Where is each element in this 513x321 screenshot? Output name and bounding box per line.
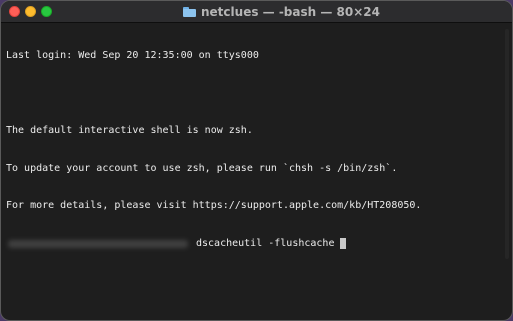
redacted-prompt [8,239,188,248]
text-cursor [340,238,347,250]
more-details-line: For more details, please visit https://s… [6,200,422,211]
window-title-group: netclues — -bash — 80×24 [1,1,512,22]
command-text: dscacheutil -flushcache [196,237,335,249]
window-title: netclues — -bash — 80×24 [201,4,380,19]
last-login-line: Last login: Wed Sep 20 12:35:00 on ttys0… [6,50,259,61]
shell-notice-line: The default interactive shell is now zsh… [6,125,253,136]
folder-icon [183,6,196,17]
title-bar[interactable]: netclues — -bash — 80×24 [1,1,512,23]
terminal-output[interactable]: Last login: Wed Sep 20 12:35:00 on ttys0… [6,25,500,308]
update-instruction-line: To update your account to use zsh, pleas… [6,162,398,174]
scrollbar[interactable] [505,29,509,259]
terminal-window: netclues — -bash — 80×24 Last login: Wed… [0,0,513,321]
command-prompt-line[interactable]: dscacheutil -flushcache [6,238,500,251]
